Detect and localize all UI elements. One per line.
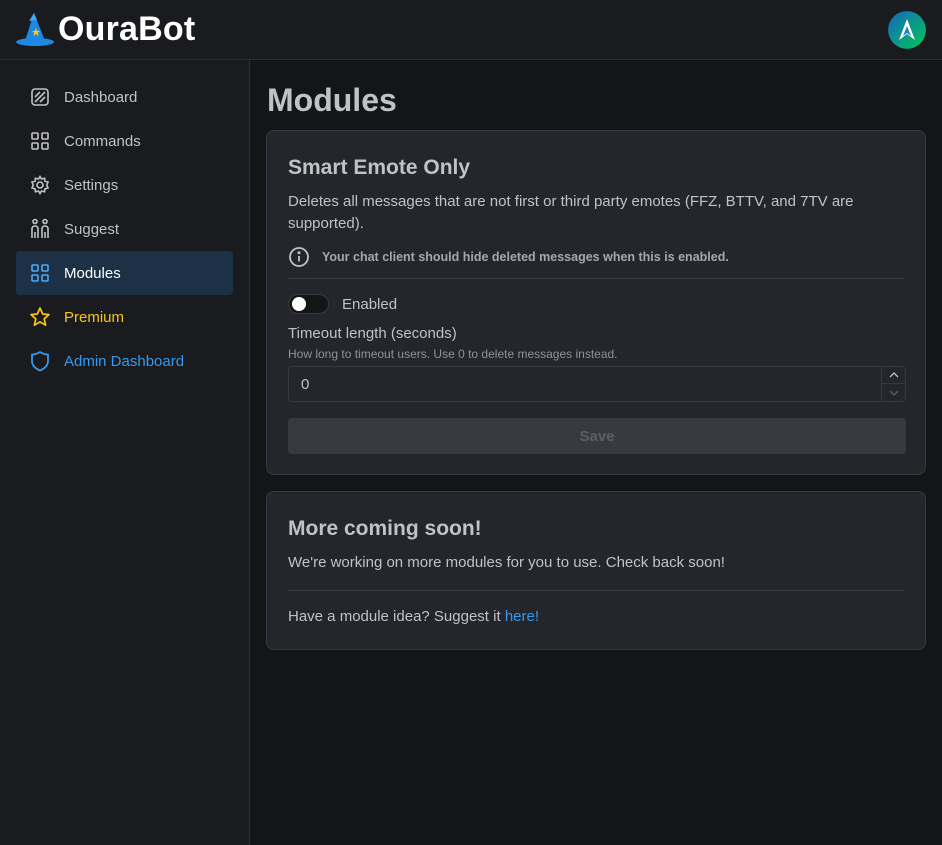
card-description: We're working on more modules for you to… (288, 554, 725, 571)
suggest-idea-text: Have a module idea? Suggest it here! (288, 606, 908, 628)
idea-text: Have a module idea? Suggest it (288, 608, 505, 625)
sidebar-item-label: Modules (64, 264, 121, 282)
info-icon (289, 247, 309, 267)
sidebar-item-modules[interactable]: Modules (16, 251, 233, 295)
app-name: OuraBot (58, 10, 196, 48)
shield-icon (16, 350, 64, 372)
chevron-down-icon (889, 390, 898, 396)
sidebar-item-label: Commands (64, 132, 141, 150)
sidebar-item-label: Premium (64, 308, 125, 326)
card-title: More coming soon! (288, 517, 482, 540)
star-icon (16, 306, 64, 328)
sidebar-item-label: Dashboard (64, 88, 138, 106)
modules-grid-icon (16, 263, 64, 283)
save-button[interactable]: Save (288, 418, 906, 454)
sidebar-item-settings[interactable]: Settings (16, 163, 233, 207)
sidebar-item-label: Suggest (64, 220, 120, 238)
timeout-label: Timeout length (seconds) (288, 325, 457, 342)
dashboard-icon (16, 87, 64, 107)
enabled-toggle[interactable] (288, 294, 329, 314)
avatar[interactable] (888, 11, 926, 49)
logo[interactable]: OuraBot (15, 9, 195, 49)
coming-soon-card: More coming soon! We're working on more … (266, 491, 926, 650)
sidebar-item-dashboard[interactable]: Dashboard (16, 75, 233, 119)
sidebar: Dashboard Commands Settings Suggest Modu… (0, 60, 250, 845)
people-icon (16, 218, 64, 240)
chevron-up-icon (889, 372, 898, 378)
gear-icon (16, 175, 64, 195)
sidebar-item-admin-dashboard[interactable]: Admin Dashboard (16, 339, 233, 383)
suggest-link[interactable]: here! (505, 608, 539, 625)
info-text: Your chat client should hide deleted mes… (322, 250, 729, 264)
card-description: Deletes all messages that are not first … (288, 193, 854, 232)
divider (288, 590, 905, 591)
sidebar-item-premium[interactable]: Premium (16, 295, 233, 339)
card-title: Smart Emote Only (288, 156, 471, 179)
timeout-description: How long to timeout users. Use 0 to dele… (288, 347, 618, 361)
sidebar-item-commands[interactable]: Commands (16, 119, 233, 163)
page-title: Modules (267, 82, 397, 118)
commands-grid-icon (16, 131, 64, 151)
toggle-knob (292, 297, 306, 311)
sidebar-item-label: Admin Dashboard (64, 352, 185, 370)
increment-button[interactable] (882, 367, 905, 384)
timeout-stepper (881, 367, 905, 401)
smart-emote-card: Smart Emote Only Deletes all messages th… (266, 130, 926, 475)
enabled-toggle-row: Enabled (288, 294, 397, 314)
main-content: Modules Smart Emote Only Deletes all mes… (250, 60, 942, 845)
timeout-input[interactable] (288, 366, 906, 402)
toggle-label: Enabled (342, 295, 398, 313)
wizard-hat-icon (16, 13, 54, 46)
divider (288, 278, 905, 279)
sidebar-item-label: Settings (64, 176, 119, 194)
decrement-button[interactable] (882, 384, 905, 401)
app-header: OuraBot (0, 0, 942, 60)
info-note: Your chat client should hide deleted mes… (288, 246, 729, 268)
sidebar-item-suggest[interactable]: Suggest (16, 207, 233, 251)
